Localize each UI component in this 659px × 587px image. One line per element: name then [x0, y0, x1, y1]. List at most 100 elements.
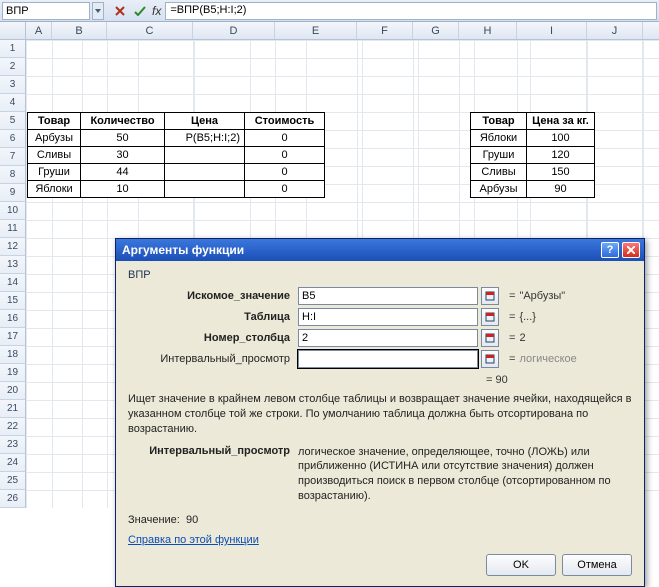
- row-header[interactable]: 24: [0, 454, 26, 472]
- help-button[interactable]: ?: [601, 242, 619, 258]
- cell[interactable]: 0: [245, 147, 325, 164]
- worksheet-grid[interactable]: 1234567891011121314151617181920212223242…: [0, 40, 659, 508]
- row-header[interactable]: 9: [0, 184, 26, 202]
- col-header[interactable]: A: [26, 22, 52, 39]
- help-link[interactable]: Справка по этой функции: [128, 534, 259, 546]
- cell[interactable]: 90: [527, 181, 595, 198]
- cell[interactable]: Сливы: [28, 147, 81, 164]
- col-header[interactable]: J: [587, 22, 643, 39]
- row-header[interactable]: 1: [0, 40, 26, 58]
- prices-table: Товар Цена за кг. Яблоки100 Груши120 Сли…: [470, 112, 595, 198]
- row-header[interactable]: 17: [0, 328, 26, 346]
- row-header[interactable]: 25: [0, 472, 26, 490]
- cell[interactable]: Арбузы: [471, 181, 527, 198]
- row-header[interactable]: 3: [0, 76, 26, 94]
- cell[interactable]: [165, 164, 245, 181]
- row-header[interactable]: 8: [0, 166, 26, 184]
- table-header: Товар: [28, 113, 81, 130]
- cell[interactable]: 0: [245, 130, 325, 147]
- cell[interactable]: Яблоки: [471, 130, 527, 147]
- row-header[interactable]: 6: [0, 130, 26, 148]
- cell[interactable]: 120: [527, 147, 595, 164]
- cell[interactable]: 50: [81, 130, 165, 147]
- col-header[interactable]: B: [52, 22, 107, 39]
- cell[interactable]: 30: [81, 147, 165, 164]
- value-line: Значение: 90: [128, 514, 632, 526]
- row-header[interactable]: 20: [0, 382, 26, 400]
- row-header[interactable]: 7: [0, 148, 26, 166]
- cell[interactable]: 0: [245, 164, 325, 181]
- function-name: ВПР: [128, 269, 632, 281]
- cell[interactable]: 0: [245, 181, 325, 198]
- row-headers: 1234567891011121314151617181920212223242…: [0, 40, 26, 508]
- cancel-formula-icon[interactable]: [111, 2, 129, 20]
- arg-row: Искомое_значение ="Арбузы": [138, 287, 632, 305]
- fx-icon[interactable]: fx: [152, 4, 161, 18]
- cell[interactable]: [165, 147, 245, 164]
- arg-input-range-lookup[interactable]: [298, 350, 478, 368]
- arg-input-lookup-value[interactable]: [298, 287, 478, 305]
- cell[interactable]: 10: [81, 181, 165, 198]
- col-header[interactable]: C: [107, 22, 193, 39]
- col-header[interactable]: F: [357, 22, 413, 39]
- name-box[interactable]: [2, 2, 90, 20]
- function-description: Ищет значение в крайнем левом столбце та…: [128, 392, 632, 437]
- col-header[interactable]: H: [459, 22, 517, 39]
- row-header[interactable]: 10: [0, 202, 26, 220]
- arg-input-table-array[interactable]: [298, 308, 478, 326]
- row-header[interactable]: 13: [0, 256, 26, 274]
- active-cell[interactable]: Р(B5;H:I;2): [165, 130, 245, 147]
- row-header[interactable]: 4: [0, 94, 26, 112]
- cell[interactable]: 44: [81, 164, 165, 181]
- dialog-titlebar[interactable]: Аргументы функции ?: [116, 239, 644, 261]
- arg-detail-label: Интервальный_просмотр: [128, 445, 298, 504]
- row-header[interactable]: 11: [0, 220, 26, 238]
- row-header[interactable]: 19: [0, 364, 26, 382]
- row-header[interactable]: 21: [0, 400, 26, 418]
- row-header[interactable]: 5: [0, 112, 26, 130]
- arg-label: Искомое_значение: [138, 290, 298, 302]
- col-header[interactable]: I: [517, 22, 587, 39]
- arg-eval: ={...}: [509, 311, 536, 323]
- row-header[interactable]: 23: [0, 436, 26, 454]
- row-header[interactable]: 2: [0, 58, 26, 76]
- formula-input[interactable]: =ВПР(B5;H:I;2): [165, 2, 657, 20]
- row-header[interactable]: 18: [0, 346, 26, 364]
- enter-formula-icon[interactable]: [131, 2, 149, 20]
- row-header[interactable]: 14: [0, 274, 26, 292]
- col-header[interactable]: E: [275, 22, 357, 39]
- ok-button[interactable]: OK: [486, 554, 556, 576]
- select-all-corner[interactable]: [0, 22, 26, 39]
- col-header[interactable]: D: [193, 22, 275, 39]
- cell[interactable]: Яблоки: [28, 181, 81, 198]
- row-header[interactable]: 26: [0, 490, 26, 508]
- row-header[interactable]: 15: [0, 292, 26, 310]
- row-header[interactable]: 16: [0, 310, 26, 328]
- cancel-button[interactable]: Отмена: [562, 554, 632, 576]
- cell[interactable]: Груши: [471, 147, 527, 164]
- table-header: Товар: [471, 113, 527, 130]
- cell[interactable]: [165, 181, 245, 198]
- collapse-dialog-icon[interactable]: [481, 350, 499, 368]
- table-row: Арбузы90: [471, 181, 595, 198]
- cell[interactable]: Груши: [28, 164, 81, 181]
- cell[interactable]: Арбузы: [28, 130, 81, 147]
- cell[interactable]: Сливы: [471, 164, 527, 181]
- arguments-block: Искомое_значение ="Арбузы" Таблица ={...…: [138, 287, 632, 368]
- collapse-dialog-icon[interactable]: [481, 287, 499, 305]
- arg-input-col-index[interactable]: [298, 329, 478, 347]
- table-header: Стоимость: [245, 113, 325, 130]
- collapse-dialog-icon[interactable]: [481, 329, 499, 347]
- col-header[interactable]: G: [413, 22, 459, 39]
- cell[interactable]: 150: [527, 164, 595, 181]
- close-button[interactable]: [622, 242, 640, 258]
- row-header[interactable]: 12: [0, 238, 26, 256]
- arg-row: Таблица ={...}: [138, 308, 632, 326]
- row-header[interactable]: 22: [0, 418, 26, 436]
- arg-row: Номер_столбца =2: [138, 329, 632, 347]
- name-box-dropdown[interactable]: [92, 2, 104, 20]
- cell[interactable]: 100: [527, 130, 595, 147]
- collapse-dialog-icon[interactable]: [481, 308, 499, 326]
- table-row: Яблоки100: [471, 130, 595, 147]
- table-header: Количество: [81, 113, 165, 130]
